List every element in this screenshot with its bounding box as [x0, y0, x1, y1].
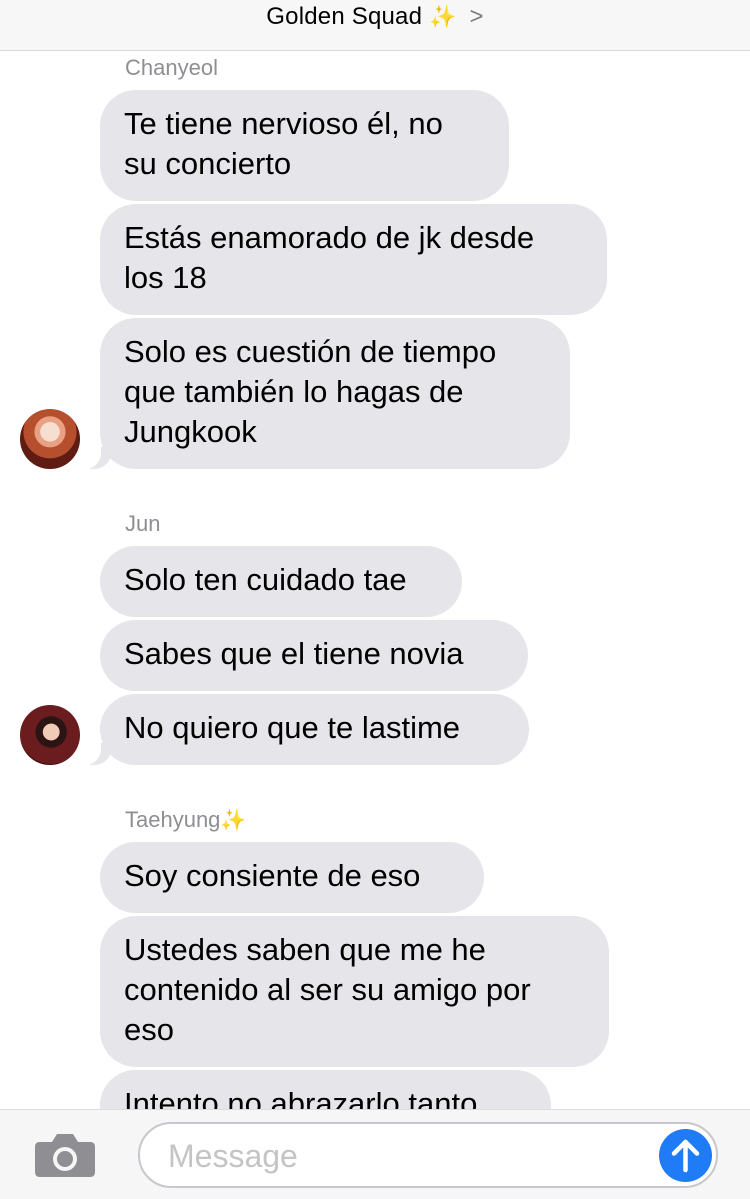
bubble-tail	[79, 439, 112, 469]
message-bubble[interactable]: Te tiene nervioso él, no su concierto	[100, 90, 509, 201]
message-bubble[interactable]: Solo es cuestión de tiempo que también l…	[100, 318, 570, 469]
jun-avatar-icon[interactable]	[20, 705, 80, 765]
bubble-tail	[79, 735, 112, 765]
message-bubble[interactable]: Solo ten cuidado tae	[100, 546, 462, 617]
composer-bar: Message	[0, 1109, 750, 1199]
conversation-header[interactable]: Golden Squad ✨ >	[0, 0, 750, 51]
message-bubble[interactable]: Soy consiente de eso	[100, 842, 484, 913]
message-bubble[interactable]: Estás enamorado de jk desde los 18	[100, 204, 607, 315]
sender-name-taehyung: Taehyung✨	[125, 807, 247, 833]
message-bubble[interactable]: Ustedes saben que me he contenido al ser…	[100, 916, 609, 1067]
camera-icon[interactable]	[34, 1132, 96, 1178]
message-thread[interactable]: Chanyeol Te tiene nervioso él, no su con…	[0, 51, 750, 1109]
sparkle-icon: ✨	[220, 809, 247, 832]
chevron-right-icon[interactable]: >	[469, 3, 483, 30]
send-arrow-icon	[671, 1139, 700, 1173]
sender-name-jun: Jun	[125, 511, 161, 536]
message-bubble[interactable]: Sabes que el tiene novia	[100, 620, 528, 691]
group-name: Golden Squad	[266, 3, 423, 30]
send-button[interactable]	[659, 1129, 712, 1182]
conversation-title[interactable]: Golden Squad ✨ >	[0, 3, 750, 31]
message-bubble[interactable]: Intento no abrazarlo tanto	[100, 1070, 551, 1109]
message-placeholder: Message	[168, 1138, 298, 1174]
message-input[interactable]: Message	[138, 1122, 718, 1188]
sparkle-icon: ✨	[429, 4, 457, 29]
chanyeol-avatar-icon[interactable]	[20, 409, 80, 469]
sender-name-text: Taehyung	[125, 807, 221, 832]
sender-name-chanyeol: Chanyeol	[125, 55, 218, 80]
message-bubble[interactable]: No quiero que te lastime	[100, 694, 529, 765]
